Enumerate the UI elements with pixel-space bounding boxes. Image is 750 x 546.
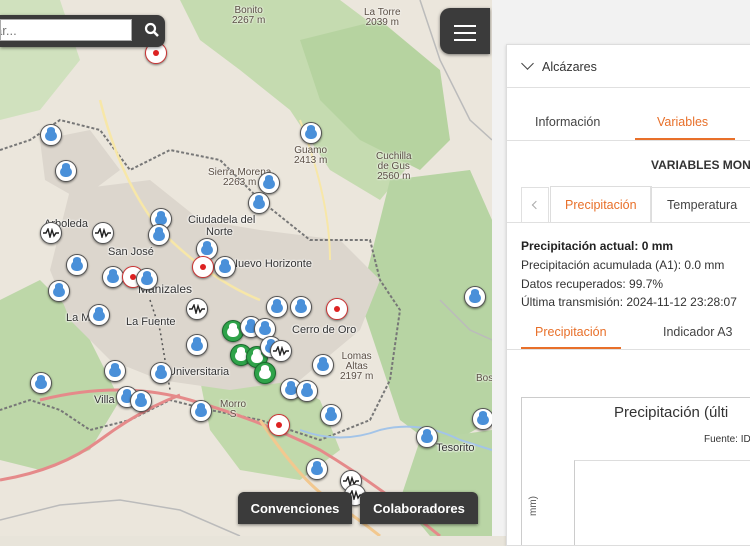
tab-informacion[interactable]: Información <box>535 115 600 129</box>
chart-container: Precipitación (últi Fuente: ID mm) <box>521 397 750 545</box>
rain-station-icon[interactable] <box>88 304 110 326</box>
seismic-station-icon[interactable] <box>186 298 208 320</box>
rain-station-icon[interactable] <box>472 408 492 430</box>
recovered-data: Datos recuperados: 99.7% <box>521 277 664 291</box>
station-header[interactable]: Alcázares <box>521 57 597 74</box>
convenciones-button[interactable]: Convenciones <box>238 492 352 524</box>
city-san-jose: San José <box>108 246 154 258</box>
search-button[interactable] <box>138 19 162 43</box>
rain-station-icon[interactable] <box>300 122 322 144</box>
rain-station-icon[interactable] <box>40 124 62 146</box>
station-name: Alcázares <box>542 60 597 74</box>
map-view[interactable]: Bonito 2267 m La Torre 2039 m Guamo 2413 m … <box>0 0 492 536</box>
chevron-down-icon <box>521 57 534 70</box>
menu-icon <box>454 25 476 27</box>
city-nuevo-horizonte: Nuevo Horizonte <box>230 258 312 270</box>
city-la-fuente: La Fuente <box>126 316 176 328</box>
menu-button[interactable] <box>440 8 490 54</box>
seismic-station-icon[interactable] <box>270 340 292 362</box>
rain-station-icon[interactable] <box>214 256 236 278</box>
chevron-left-icon <box>531 200 541 210</box>
tab-variables[interactable]: Variables <box>657 115 708 129</box>
search-bar <box>0 15 165 47</box>
chart-ylabel: mm) <box>528 496 539 516</box>
rain-station-icon[interactable] <box>320 404 342 426</box>
search-input[interactable] <box>0 19 132 41</box>
city-villa: Villa <box>94 394 115 406</box>
rain-station-icon[interactable] <box>30 372 52 394</box>
subtab-precipitacion[interactable]: Precipitación <box>535 325 607 339</box>
rain-station-icon[interactable] <box>266 296 288 318</box>
rain-station-icon[interactable] <box>55 160 77 182</box>
rain-station-icon[interactable] <box>150 362 172 384</box>
seismic-station-icon[interactable] <box>40 222 62 244</box>
rain-station-icon[interactable] <box>258 172 280 194</box>
rain-station-icon[interactable] <box>136 268 158 290</box>
rain-station-icon[interactable] <box>186 334 208 356</box>
radar-station-icon[interactable] <box>268 414 290 436</box>
station-card: Alcázares Información Variables VARIABLE… <box>506 44 750 546</box>
var-tab-temperatura-label: Temperatura <box>667 198 738 212</box>
rain-station-icon[interactable] <box>296 380 318 402</box>
hydro-station-icon[interactable] <box>254 362 276 384</box>
rain-station-icon[interactable] <box>290 296 312 318</box>
rain-station-icon[interactable] <box>66 254 88 276</box>
rain-station-icon[interactable] <box>102 266 124 288</box>
tabs-prev-button[interactable] <box>521 187 549 223</box>
rain-station-icon[interactable] <box>416 426 438 448</box>
var-tab-temperatura[interactable]: Temperatura <box>650 187 750 223</box>
rain-station-icon[interactable] <box>306 458 328 480</box>
search-icon <box>144 22 159 37</box>
last-transmission: Última transmisión: 2024-11-12 23:28:07 <box>521 295 737 309</box>
radar-station-icon[interactable] <box>192 256 214 278</box>
chart-plot-area <box>574 460 750 545</box>
rain-station-icon[interactable] <box>148 224 170 246</box>
city-cerro-de-oro: Cerro de Oro <box>292 324 357 336</box>
var-tab-precipitacion[interactable]: Precipitación <box>550 186 652 223</box>
city-tesorito: Tesorito <box>436 442 475 454</box>
chart-title: Precipitación (últi <box>614 404 729 421</box>
place-guamo: Guamo 2413 m <box>294 145 328 166</box>
place-bosque: Bosq <box>476 373 492 384</box>
rain-station-icon[interactable] <box>248 192 270 214</box>
rain-station-icon[interactable] <box>464 286 486 308</box>
menu-icon-line <box>454 32 476 34</box>
var-tab-precipitacion-label: Precipitación <box>565 198 637 212</box>
place-lomas-altas: Lomas Altas 2197 m <box>340 351 374 382</box>
place-morro: Morro S <box>220 399 247 420</box>
radar-station-icon[interactable] <box>326 298 348 320</box>
rain-station-icon[interactable] <box>48 280 70 302</box>
section-title: VARIABLES MON <box>651 158 750 172</box>
accumulated-precipitation: Precipitación acumulada (A1): 0.0 mm <box>521 258 725 272</box>
menu-icon-line <box>454 39 476 41</box>
city-ciudadela: Ciudadela del Norte <box>188 214 256 238</box>
colaboradores-button[interactable]: Colaboradores <box>360 492 478 524</box>
rain-station-icon[interactable] <box>104 360 126 382</box>
current-precipitation: Precipitación actual: 0 mm <box>521 239 674 253</box>
place-bonito: Bonito 2267 m <box>232 5 266 26</box>
chart-source: Fuente: ID <box>704 434 750 445</box>
rain-station-icon[interactable] <box>130 390 152 412</box>
city-universitaria: Universitaria <box>168 366 230 378</box>
place-cuchilla: Cuchilla de Gus 2560 m <box>376 151 412 182</box>
station-panel: Alcázares Información Variables VARIABLE… <box>492 0 750 546</box>
subtab-indicador-a3[interactable]: Indicador A3 <box>663 325 733 339</box>
place-la-torre: La Torre 2039 m <box>364 7 401 28</box>
rain-station-icon[interactable] <box>190 400 212 422</box>
rain-station-icon[interactable] <box>312 354 334 376</box>
seismic-station-icon[interactable] <box>92 222 114 244</box>
